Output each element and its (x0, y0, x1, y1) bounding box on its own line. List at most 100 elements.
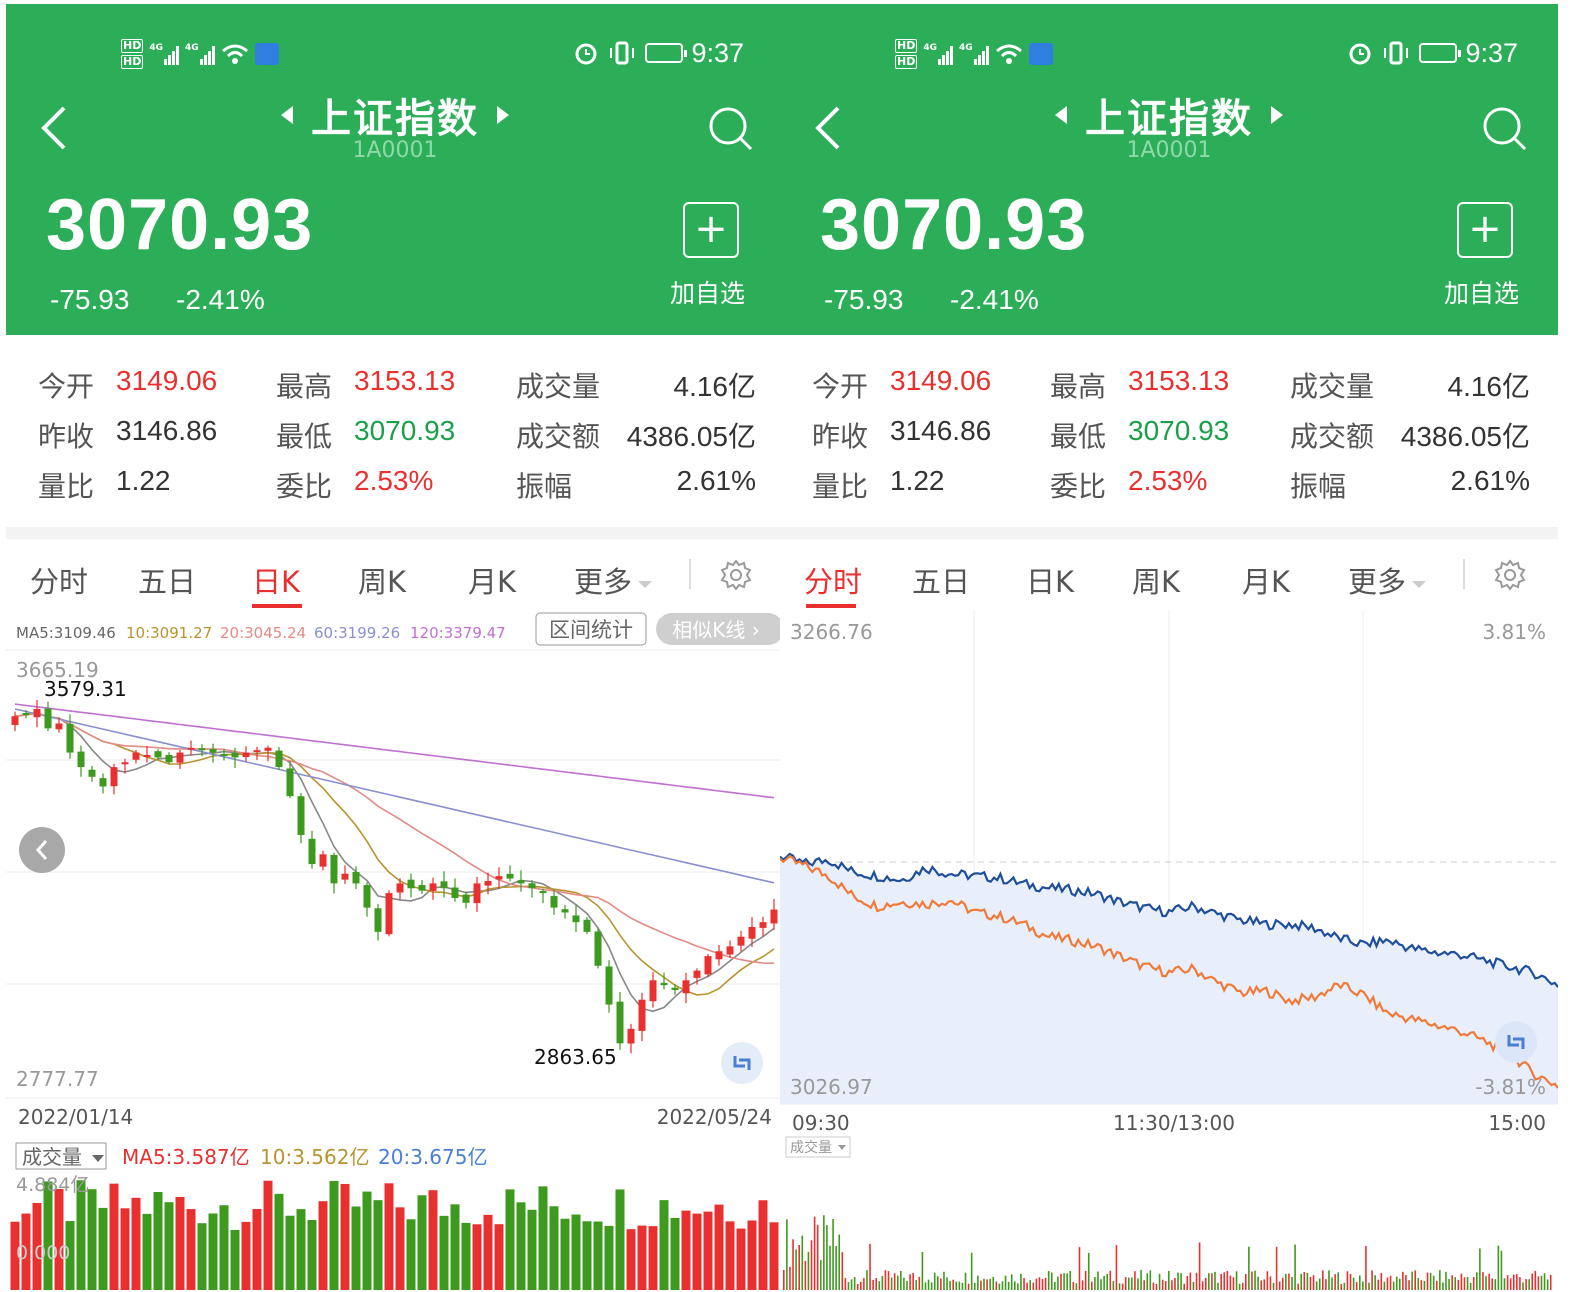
volume-bar (109, 1183, 119, 1290)
tab-daily-k[interactable]: 日K (1026, 559, 1074, 601)
battery-icon (1419, 43, 1462, 63)
volume-bar (1337, 1272, 1339, 1290)
volume-bar (1488, 1273, 1490, 1290)
prev-index-icon[interactable] (281, 106, 293, 124)
volume-bar (983, 1278, 985, 1290)
tab-intraday[interactable]: 分时 (804, 559, 862, 601)
intraday-chart[interactable]: 3266.76 3.81% 3026.97 -3.81% 09:30 11:30… (780, 610, 1558, 1135)
candle-body (594, 931, 602, 966)
volume-bar (986, 1279, 988, 1290)
fullscreen-button[interactable] (721, 1042, 763, 1084)
scroll-left-button[interactable] (19, 827, 65, 873)
index-title: 上证指数 (311, 96, 479, 142)
candle-body (154, 751, 162, 758)
tab-more[interactable]: 更多 (574, 559, 653, 601)
add-watchlist-label[interactable]: 加自选 (1444, 274, 1519, 310)
candle-body (473, 883, 481, 904)
add-watchlist-label[interactable]: 加自选 (670, 274, 745, 310)
volume-bar (1245, 1274, 1247, 1290)
volume-bar (1032, 1282, 1035, 1290)
volume-bar (1291, 1276, 1293, 1290)
volume-selector-label: 成交量 (790, 1139, 832, 1156)
candle-body (506, 873, 514, 879)
candle-body (132, 752, 140, 760)
volume-bar (1029, 1280, 1031, 1290)
volume-bar (703, 1211, 713, 1290)
date-start-label: 2022/01/14 (18, 1105, 133, 1129)
tab-monthly-k[interactable]: 月K (1242, 559, 1290, 601)
volume-bar (1272, 1282, 1275, 1290)
gear-icon[interactable] (720, 559, 752, 591)
hd-badge: HD (895, 39, 918, 53)
volume-bar (1420, 1280, 1423, 1290)
volume-bar (362, 1191, 372, 1290)
next-index-icon[interactable] (497, 106, 509, 124)
volume-bar (164, 1202, 174, 1290)
volume-bar (964, 1272, 967, 1290)
volume-bar (505, 1189, 515, 1290)
volume-bar (1155, 1283, 1158, 1290)
candle-body (770, 909, 778, 924)
gear-icon[interactable] (1494, 559, 1526, 591)
volume-bar (1466, 1277, 1469, 1290)
candle-body (363, 885, 371, 908)
ma20-legend: 20:3045.24 (220, 624, 306, 642)
search-icon[interactable] (706, 104, 754, 152)
volume-bar (1254, 1270, 1256, 1290)
tab-intraday[interactable]: 分时 (30, 559, 88, 601)
volume-bar (915, 1280, 918, 1290)
volume-bar (1168, 1270, 1170, 1290)
volume-bar (1402, 1271, 1404, 1290)
volume-bar (1408, 1280, 1410, 1290)
volume-bar (1288, 1273, 1290, 1290)
tab-five-day[interactable]: 五日 (138, 559, 196, 601)
fullscreen-button[interactable] (1495, 1021, 1537, 1063)
add-watchlist-button[interactable]: + (1457, 202, 1513, 258)
volume-bar (930, 1282, 933, 1290)
prev-index-icon[interactable] (1055, 106, 1067, 124)
tab-daily-k[interactable]: 日K (252, 559, 300, 601)
prev-close-value: 3146.86 (890, 415, 992, 446)
amount-label: 成交额 (516, 420, 601, 453)
volume-bar (1091, 1281, 1093, 1290)
status-bar-left: HD HD 4G 4G (895, 32, 1053, 76)
candle-body (451, 887, 459, 898)
volume-bar (1343, 1282, 1346, 1290)
vibrate-icon (610, 41, 635, 65)
volume-bar (1454, 1277, 1457, 1290)
tab-monthly-k[interactable]: 月K (468, 559, 516, 601)
volume-bar (120, 1208, 130, 1290)
next-index-icon[interactable] (1271, 106, 1283, 124)
search-icon[interactable] (1480, 104, 1528, 152)
add-watchlist-button[interactable]: + (683, 202, 739, 258)
vol-ma20-legend: 20:3.675亿 (378, 1145, 487, 1169)
volume-bar (912, 1272, 914, 1290)
tab-weekly-k[interactable]: 周K (1132, 559, 1180, 601)
candlestick-chart[interactable]: MA5:3109.46 10:3091.27 20:3045.24 60:319… (6, 610, 784, 1135)
volume-bar (516, 1202, 526, 1290)
tab-five-day[interactable]: 五日 (912, 559, 970, 601)
volume-bar (681, 1210, 691, 1290)
pct-axis-top-label: 3.81% (1482, 620, 1546, 644)
bid-ratio-value: 2.53% (354, 465, 434, 496)
volume-bar (736, 1228, 746, 1290)
candle-body (176, 752, 184, 763)
candle-body (319, 854, 327, 867)
volume-bar (1047, 1271, 1050, 1290)
candle-body (209, 749, 217, 753)
candle-body (737, 936, 745, 946)
volume-bar (43, 1181, 53, 1290)
candle-body (462, 894, 470, 903)
volume-bar (1229, 1275, 1232, 1290)
volume-bar (1528, 1279, 1530, 1290)
dropdown-caret-icon (638, 580, 653, 588)
volume-bar (1078, 1247, 1081, 1290)
volume-bar (1220, 1273, 1222, 1290)
volume-bar (307, 1219, 317, 1290)
tab-more[interactable]: 更多 (1348, 559, 1427, 601)
volume-bar (872, 1280, 874, 1290)
tab-weekly-k[interactable]: 周K (358, 559, 406, 601)
volume-bar (1435, 1280, 1438, 1290)
volume-bar (1460, 1273, 1463, 1290)
volume-bar (1060, 1273, 1062, 1290)
